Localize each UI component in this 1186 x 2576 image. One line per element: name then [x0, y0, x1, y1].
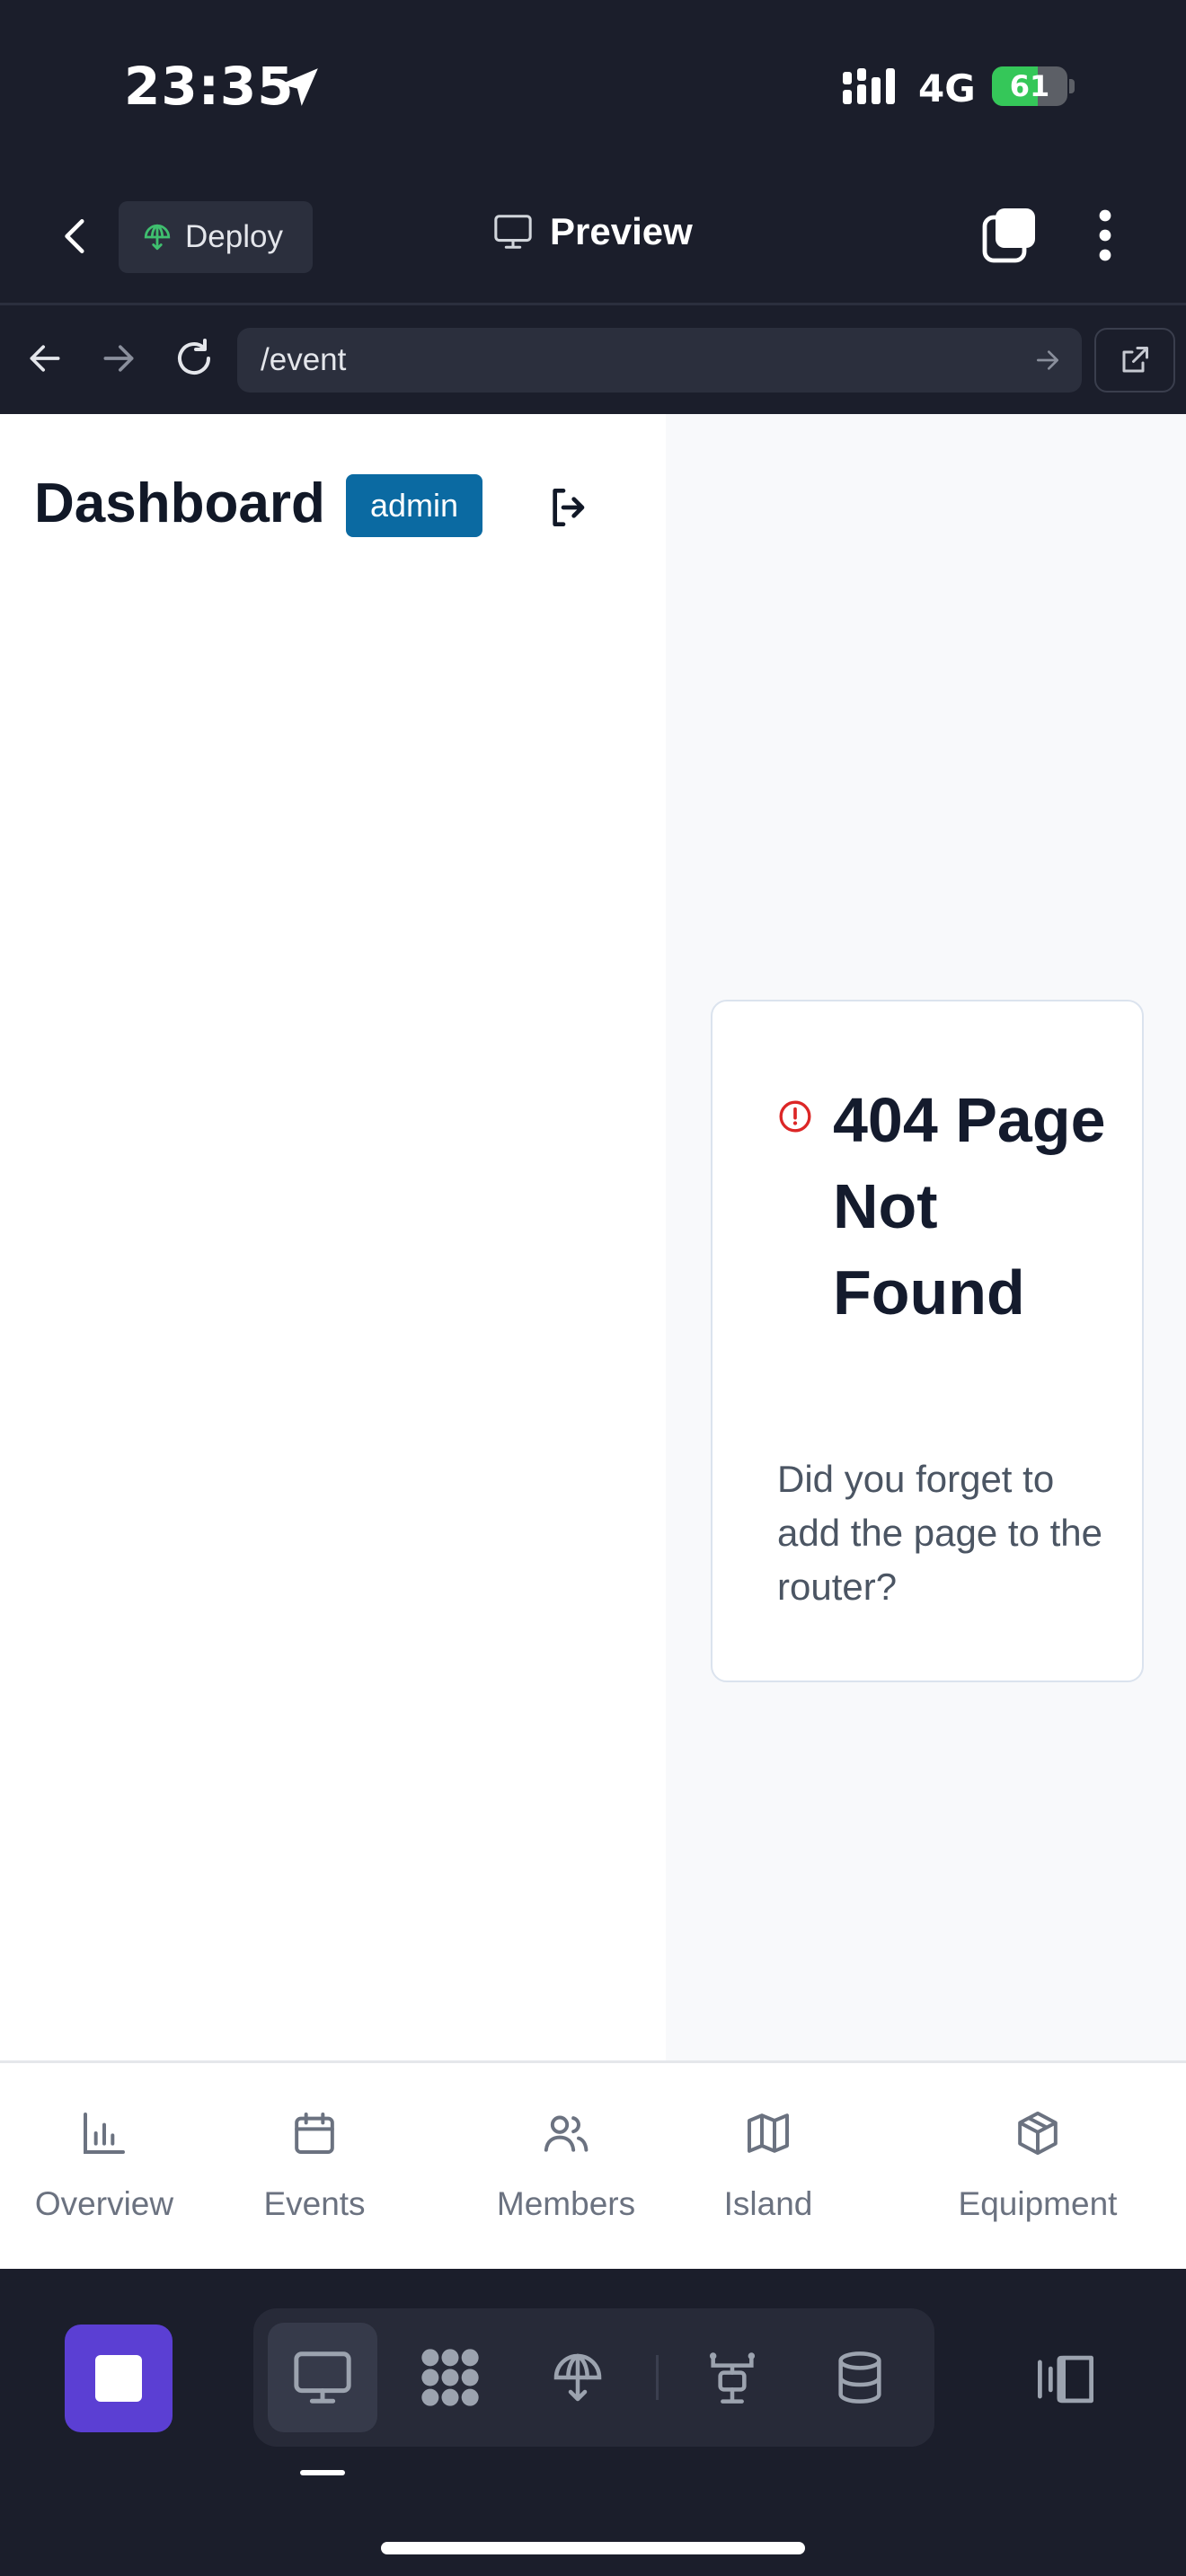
- tab-label: Island: [723, 2185, 813, 2222]
- tab-label: Events: [263, 2185, 366, 2222]
- back-chevron-icon[interactable]: [54, 214, 99, 259]
- battery-percent: 61: [1009, 69, 1050, 103]
- tab-label: Overview: [34, 2185, 174, 2222]
- tab-overview[interactable]: Overview: [32, 2063, 176, 2272]
- tabs-icon[interactable]: [981, 207, 1039, 264]
- toolbar-divider: [656, 2355, 659, 2400]
- dashboard-sidebar: Dashboard admin: [0, 414, 666, 2060]
- error-title: 404 Page Not Found: [833, 1085, 1106, 1328]
- not-found-card: 404 Page Not Found Did you forget to add…: [711, 1000, 1144, 1682]
- more-vertical-icon[interactable]: [1084, 207, 1127, 264]
- users-icon: [544, 2115, 589, 2152]
- monitor-icon: [294, 2351, 351, 2404]
- tab-label: Equipment: [958, 2185, 1118, 2222]
- home-indicator[interactable]: [381, 2542, 805, 2554]
- calendar-icon: [295, 2113, 334, 2154]
- external-link-icon: [1122, 347, 1148, 373]
- side-panel-icon[interactable]: [1033, 2351, 1098, 2407]
- map-icon: [748, 2113, 789, 2153]
- chart-icon: [84, 2113, 125, 2154]
- bottom-tab-bar: Overview Events Members Island Equipment: [0, 2060, 1186, 2269]
- tab-members[interactable]: Members: [485, 2063, 647, 2272]
- grid-blob-icon: [421, 2349, 479, 2406]
- network-icon: [709, 2352, 756, 2404]
- battery-cap: [1069, 79, 1075, 93]
- arrow-left-icon[interactable]: [25, 339, 65, 378]
- box-icon: [1018, 2111, 1058, 2156]
- deploy-label: Deploy: [185, 219, 283, 254]
- tool-database[interactable]: [805, 2323, 915, 2432]
- url-bar: [0, 308, 1186, 414]
- status-bar: 23:35 4G 61: [0, 0, 1186, 171]
- stop-button[interactable]: [65, 2325, 173, 2432]
- web-preview: Dashboard admin 404 Page Not Found Did y…: [0, 414, 1186, 2060]
- tool-deploy[interactable]: [523, 2323, 633, 2432]
- preview-title: Preview: [492, 210, 693, 253]
- preview-label: Preview: [550, 210, 693, 252]
- role-badge: admin: [346, 474, 482, 537]
- tab-label: Members: [496, 2185, 636, 2222]
- signal-icon: [843, 68, 895, 104]
- status-time: 23:35: [124, 56, 295, 117]
- tool-network[interactable]: [677, 2323, 787, 2432]
- tab-events[interactable]: Events: [252, 2063, 377, 2272]
- stop-icon: [95, 2355, 142, 2402]
- reload-icon[interactable]: [173, 337, 216, 380]
- tab-island[interactable]: Island: [710, 2063, 827, 2272]
- page-title: Dashboard: [34, 472, 325, 534]
- tool-canvas[interactable]: [395, 2323, 505, 2432]
- tab-equipment[interactable]: Equipment: [943, 2063, 1132, 2272]
- tool-group: [253, 2308, 934, 2447]
- location-arrow-icon: [280, 68, 318, 106]
- arrow-right-icon[interactable]: [99, 339, 138, 378]
- main-content: 404 Page Not Found Did you forget to add…: [666, 414, 1186, 2060]
- open-external-button[interactable]: [1094, 328, 1175, 393]
- alert-circle-icon: [779, 1100, 811, 1133]
- logout-icon[interactable]: [544, 482, 595, 533]
- ide-toolbar: [0, 2269, 1186, 2576]
- active-tool-indicator: [300, 2470, 345, 2475]
- deploy-button[interactable]: Deploy: [119, 201, 313, 273]
- tool-preview[interactable]: [268, 2323, 377, 2432]
- network-type: 4G: [918, 66, 976, 110]
- app-header: Deploy Preview: [0, 171, 1186, 305]
- monitor-icon: [494, 215, 532, 249]
- database-icon: [838, 2351, 881, 2404]
- battery-indicator: 61: [992, 66, 1067, 106]
- go-arrow-icon[interactable]: [1033, 346, 1062, 375]
- deploy-icon: [553, 2353, 602, 2402]
- url-input[interactable]: [237, 328, 1082, 393]
- error-description: Did you forget to add the page to the ro…: [777, 1458, 1102, 1608]
- deploy-icon: [144, 224, 171, 251]
